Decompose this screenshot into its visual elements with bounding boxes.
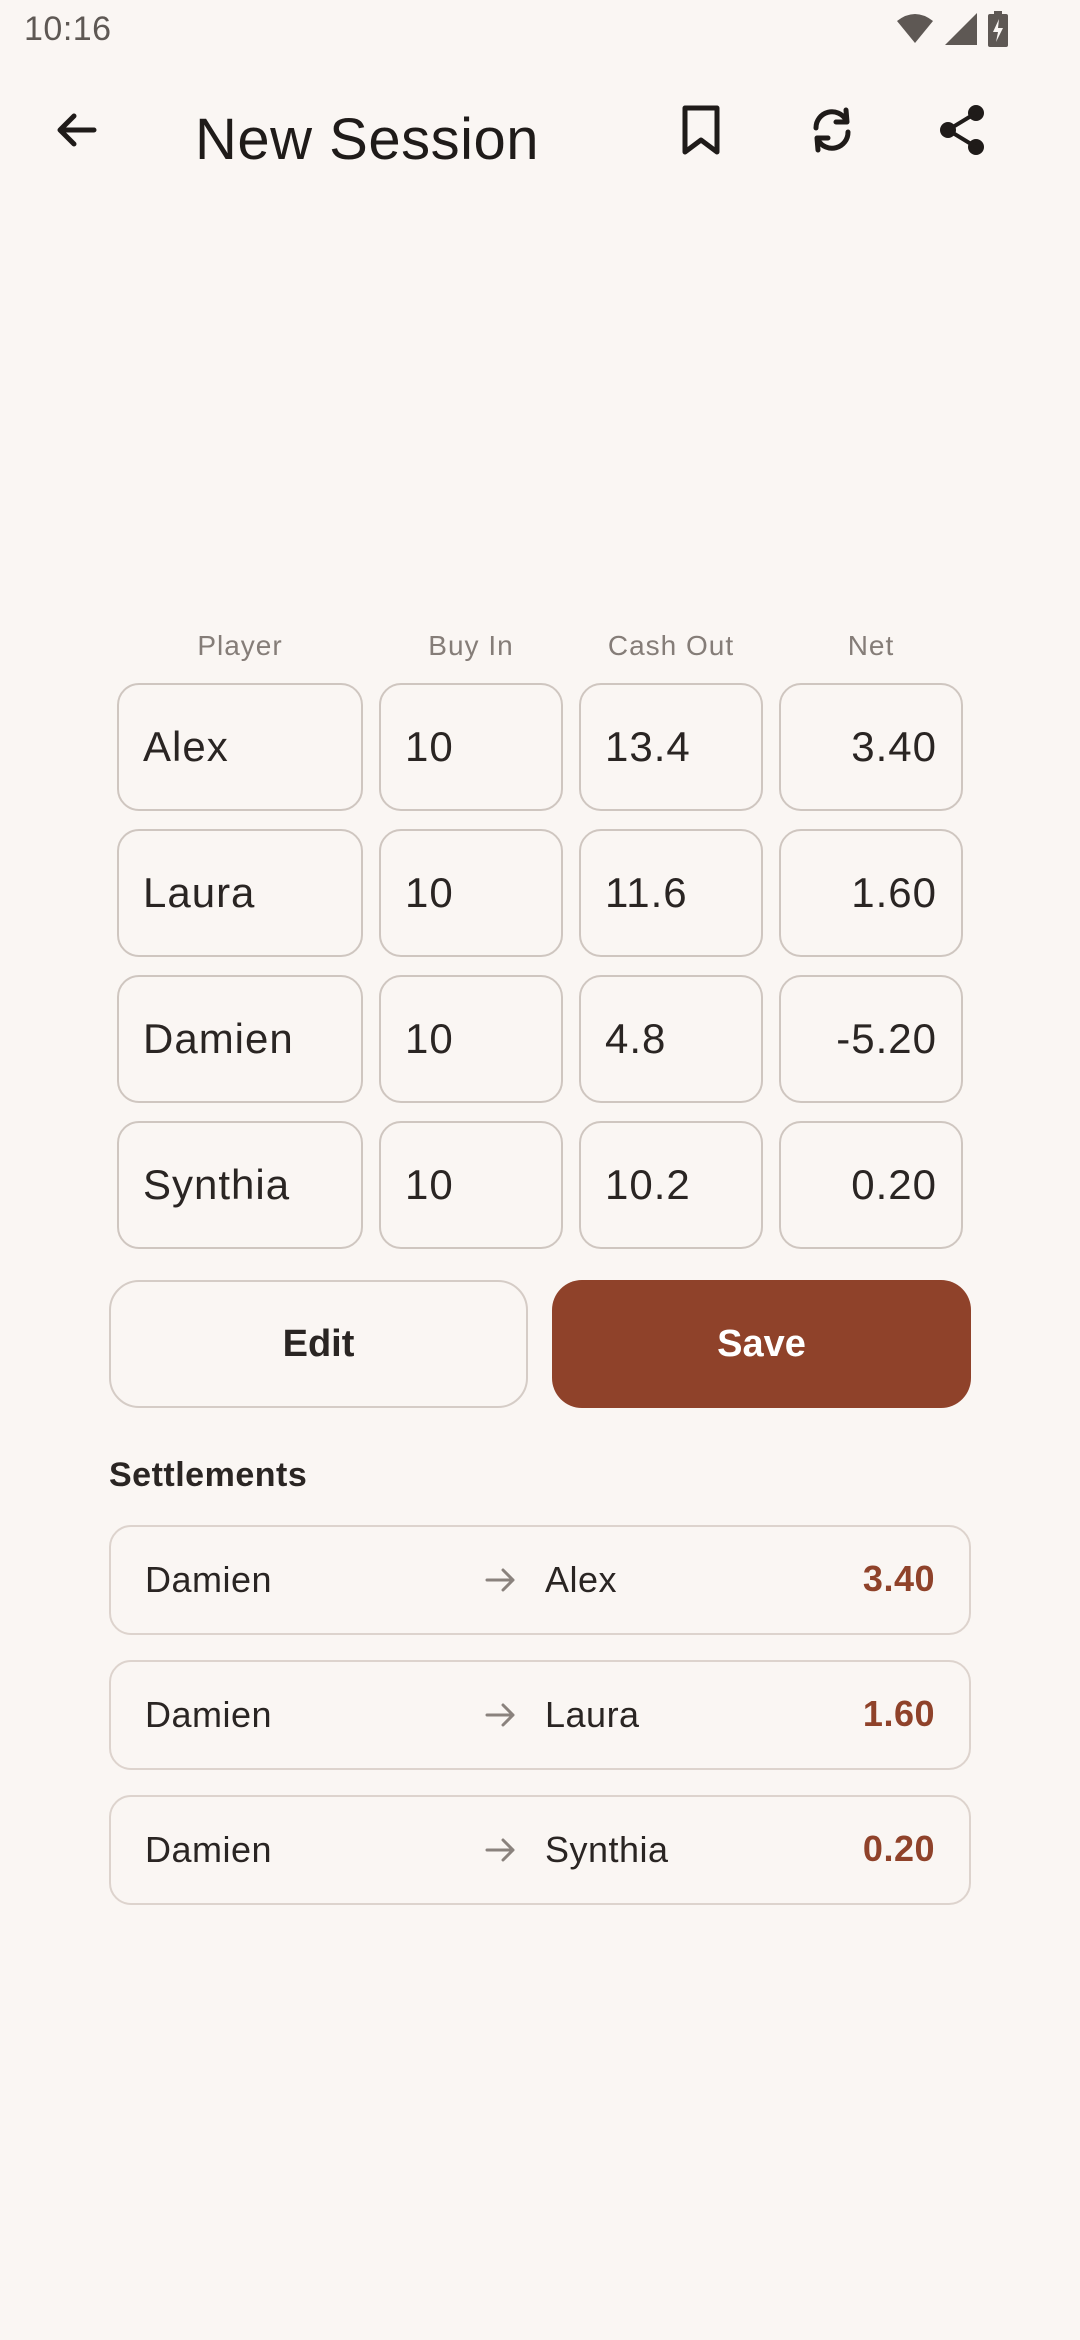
table-row: Synthia 10 10.2 0.20: [0, 1121, 1080, 1249]
settlement-to: Laura: [545, 1694, 640, 1735]
save-button[interactable]: Save: [552, 1280, 971, 1408]
table-row: Alex 10 13.4 3.40: [0, 683, 1080, 811]
settlement-from: Damien: [145, 1559, 273, 1600]
settlement-to: Alex: [545, 1559, 618, 1600]
arrow-right-icon: [483, 1562, 519, 1598]
back-arrow-icon: [52, 106, 100, 159]
net-field: 3.40: [779, 683, 963, 811]
settlements-title: Settlements: [109, 1456, 308, 1494]
player-name-field[interactable]: Synthia: [117, 1121, 363, 1249]
player-name-field[interactable]: Damien: [117, 975, 363, 1103]
app-bar: New Session: [0, 92, 1080, 192]
settlement-item: Damien Laura 1.60: [109, 1660, 971, 1770]
header-cash-out: Cash Out: [607, 630, 735, 661]
share-button[interactable]: [922, 92, 1002, 172]
cash-out-field[interactable]: 11.6: [579, 829, 763, 957]
settlement-from: Damien: [145, 1694, 273, 1735]
bookmark-icon: [679, 104, 723, 161]
settlement-item: Damien Alex 3.40: [109, 1525, 971, 1635]
arrow-right-icon: [483, 1697, 519, 1733]
settlement-amount: 3.40: [862, 1558, 935, 1599]
buy-in-field[interactable]: 10: [379, 975, 563, 1103]
cell-signal-icon: [944, 12, 978, 51]
player-name-field[interactable]: Laura: [117, 829, 363, 957]
table-row: Damien 10 4.8 -5.20: [0, 975, 1080, 1103]
buy-in-field[interactable]: 10: [379, 829, 563, 957]
buy-in-field[interactable]: 10: [379, 683, 563, 811]
refresh-button[interactable]: [792, 92, 872, 172]
back-button[interactable]: [36, 92, 116, 172]
settlement-amount: 1.60: [862, 1693, 935, 1734]
cash-out-field[interactable]: 13.4: [579, 683, 763, 811]
share-icon: [936, 103, 988, 162]
player-name-field[interactable]: Alex: [117, 683, 363, 811]
header-player: Player: [197, 630, 283, 661]
settlement-from: Damien: [145, 1829, 273, 1870]
buy-in-field[interactable]: 10: [379, 1121, 563, 1249]
settlement-to: Synthia: [545, 1829, 669, 1870]
table-header: Player Buy In Cash Out Net: [0, 630, 1080, 670]
status-time: 10:16: [24, 10, 112, 48]
table-row: Laura 10 11.6 1.60: [0, 829, 1080, 957]
header-net: Net: [847, 630, 895, 661]
settlement-item: Damien Synthia 0.20: [109, 1795, 971, 1905]
header-buy-in: Buy In: [428, 630, 514, 661]
status-icons: [896, 10, 1008, 52]
cash-out-field[interactable]: 10.2: [579, 1121, 763, 1249]
cash-out-field[interactable]: 4.8: [579, 975, 763, 1103]
net-field: 1.60: [779, 829, 963, 957]
edit-button[interactable]: Edit: [109, 1280, 528, 1408]
wifi-icon: [896, 13, 934, 50]
settlement-amount: 0.20: [862, 1828, 935, 1869]
battery-charging-icon: [988, 10, 1008, 52]
bookmark-button[interactable]: [661, 92, 741, 172]
net-field: -5.20: [779, 975, 963, 1103]
status-bar: 10:16: [0, 0, 1080, 62]
page-title: New Session: [195, 107, 539, 172]
refresh-icon: [806, 104, 858, 161]
arrow-right-icon: [483, 1832, 519, 1868]
net-field: 0.20: [779, 1121, 963, 1249]
